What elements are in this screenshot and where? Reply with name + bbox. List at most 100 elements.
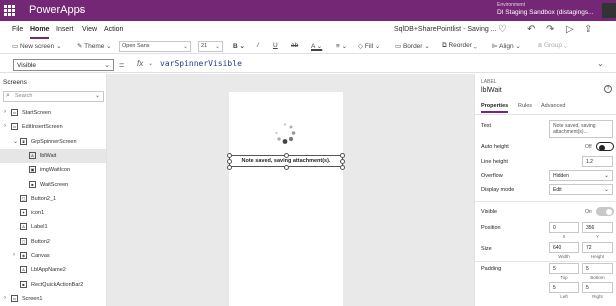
position-label: Position (481, 225, 501, 231)
expand-chevron-icon[interactable]: › (4, 123, 6, 129)
chevron-down-icon[interactable]: ⌄ (148, 60, 153, 67)
height-input[interactable]: 72 (582, 242, 613, 253)
width-caption: Width (558, 254, 570, 259)
height-caption: Height (590, 254, 604, 259)
tree-node[interactable]: ⌄ ⧈ GrpSpinnerScreen (0, 135, 106, 149)
menu-file[interactable]: File (12, 26, 23, 33)
image-icon: ▣ (29, 166, 36, 174)
divider (475, 201, 616, 202)
reorder-button[interactable]: ⧉ Reorder ⌄ (442, 42, 477, 50)
padding-right-input[interactable]: 5 (582, 282, 613, 293)
font-color-button[interactable]: A ⌄ (311, 42, 322, 50)
menu-home[interactable]: Home (30, 26, 50, 39)
function-icon[interactable]: fx (137, 59, 143, 68)
equals-sign: = (119, 60, 125, 70)
width-input[interactable]: 640 (549, 242, 579, 253)
app-launcher-icon[interactable] (4, 5, 15, 16)
tree-node[interactable]: ▣ imgWaitIcon (0, 163, 106, 177)
theme-button[interactable]: ✎ Theme ⌄ (77, 42, 112, 50)
text-align-button[interactable]: ≡ ⌄ (336, 42, 347, 50)
search-icon: ⌕ (6, 92, 10, 99)
fill-button[interactable]: ◇ Fill ⌄ (358, 42, 380, 50)
overflow-select[interactable]: Hidden ⌄ (549, 170, 613, 181)
group-button[interactable]: ⧈ Group ⌄ (538, 42, 567, 50)
resize-handle[interactable] (227, 165, 232, 170)
italic-button[interactable]: / (257, 42, 259, 49)
tree-node-label: StartScreen (22, 110, 52, 116)
bottom-caption: Bottom (590, 275, 605, 280)
padding-bottom-input[interactable]: 5 (582, 263, 613, 274)
new-screen-button[interactable]: ▭ New screen ⌄ (12, 42, 62, 50)
position-y-input[interactable]: 356 (582, 222, 613, 233)
tree-search-input[interactable]: ⌕ Search ⌄ (3, 91, 104, 102)
tree-node[interactable]: ▢ Button2 (0, 235, 106, 249)
app-checker-icon[interactable]: ♡ (498, 24, 507, 35)
line-height-input[interactable]: 1.2 (582, 156, 613, 167)
button-icon: ▢ (20, 194, 27, 202)
tab-rules[interactable]: Rules (518, 103, 532, 109)
chevron-down-icon[interactable]: ⌄ (77, 4, 85, 15)
title-bar: PowerApps ⌄ Environment DI Staging Sandb… (0, 0, 616, 21)
environment-picker[interactable]: Environment DI Staging Sandbox (distagin… (497, 1, 601, 17)
redo-icon[interactable]: ↷ (546, 24, 554, 35)
visible-toggle[interactable] (596, 207, 614, 216)
expand-chevron-icon[interactable]: › (4, 295, 6, 301)
font-size-select[interactable]: 21 ⌄ (198, 41, 223, 52)
auto-height-toggle[interactable] (596, 142, 614, 151)
avatar[interactable] (602, 3, 616, 18)
strikethrough-button[interactable]: ab (291, 42, 298, 49)
bold-button[interactable]: B ⌄ (233, 42, 245, 50)
tree-node-label: lblWait (40, 152, 57, 159)
expand-chevron-icon[interactable]: ⌄ (13, 138, 18, 145)
resize-handle[interactable] (227, 159, 232, 164)
display-mode-select[interactable]: Edit ⌄ (549, 184, 613, 195)
resize-handle[interactable] (284, 165, 289, 170)
resize-handle[interactable] (340, 153, 345, 158)
resize-handle[interactable] (284, 153, 289, 158)
tab-properties[interactable]: Properties (481, 103, 509, 113)
expand-chevron-icon[interactable]: › (13, 252, 15, 258)
tree-node[interactable]: ✦ icon1 (0, 206, 106, 220)
app-screen[interactable]: Note saved, saving attachment(s). (227, 92, 345, 306)
tree-node[interactable]: ■ WaitScreen (0, 178, 106, 192)
tree-node[interactable]: ▢ Button2_1 (0, 192, 106, 206)
chevron-down-icon: ⌄ (94, 93, 100, 99)
formula-input[interactable]: varSpinnerVisible (160, 59, 242, 68)
menu-insert[interactable]: Insert (56, 26, 74, 33)
underline-button[interactable]: U (273, 42, 278, 49)
position-x-input[interactable]: 0 (549, 222, 579, 233)
resize-handle[interactable] (340, 159, 345, 164)
tree-node[interactable]: › ◈ Canvas (0, 249, 106, 263)
tree-node[interactable]: ■ RectQuickActionBar2 (0, 278, 106, 292)
tree-node-label: imgWaitIcon (40, 167, 71, 174)
preview-icon[interactable]: ▷ (566, 24, 574, 35)
divider (475, 114, 616, 115)
expand-formula-icon[interactable]: ⌄ (597, 59, 604, 68)
tab-advanced[interactable]: Advanced (541, 103, 565, 109)
control-name[interactable]: lblWait (481, 87, 502, 94)
help-icon[interactable]: ? (604, 85, 612, 93)
padding-top-input[interactable]: 5 (549, 263, 579, 274)
menu-bar: File Home Insert View Action SqlDB+Share… (0, 21, 616, 39)
expand-chevron-icon[interactable]: › (4, 109, 6, 115)
padding-left-input[interactable]: 5 (549, 282, 579, 293)
tree-node[interactable]: AlblWait (0, 148, 106, 163)
tree-node[interactable]: › ▭ Screen1 (0, 292, 106, 306)
align-button[interactable]: ⊫ Align ⌄ (492, 42, 521, 50)
tree-node[interactable]: › ▭ EditInsertScreen (0, 120, 106, 134)
menu-action[interactable]: Action (104, 26, 123, 33)
tree-node-label: Screen1 (22, 295, 43, 302)
share-icon[interactable]: ⇪ (584, 24, 592, 35)
tree-node[interactable]: A Label1 (0, 220, 106, 234)
menu-view[interactable]: View (82, 26, 97, 33)
font-family-select[interactable]: Open Sans ⌄ (119, 41, 191, 52)
property-select[interactable]: Visible ⌄ (13, 59, 114, 71)
border-button[interactable]: ▭ Border ⌄ (395, 42, 430, 50)
tree-node[interactable]: A LblAppName2 (0, 263, 106, 277)
text-prop-input[interactable]: Note saved, saving attachment(s)... (549, 120, 613, 138)
tree-node[interactable]: › ▭ StartScreen (0, 106, 106, 120)
undo-icon[interactable]: ↶ (527, 24, 535, 35)
resize-handle[interactable] (340, 165, 345, 170)
chevron-down-icon: ⌄ (182, 44, 188, 50)
resize-handle[interactable] (227, 153, 232, 158)
